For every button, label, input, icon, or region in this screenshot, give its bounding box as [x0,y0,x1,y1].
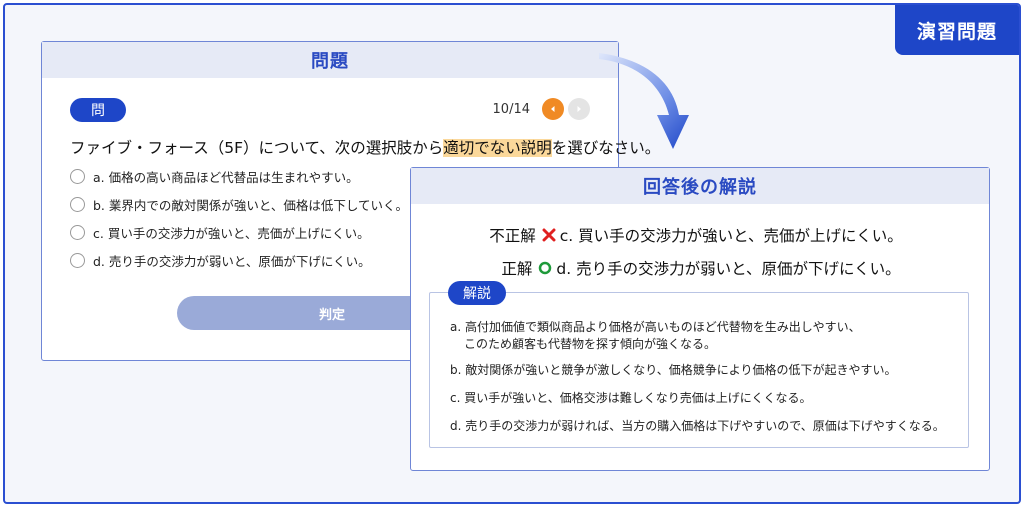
correct-label: 正解 [501,259,533,278]
exercise-frame: 演習問題 問題 問 10/14 ファイブ・フォース（5F）について、次の選択肢か… [3,3,1021,504]
prev-button[interactable] [542,98,564,120]
explanation-card-title: 回答後の解説 [411,168,989,204]
option-a[interactable]: a. 価格の高い商品ほど代替品は生まれやすい。 [70,162,408,190]
exercise-tag: 演習問題 [895,5,1019,55]
radio-b[interactable] [70,196,85,212]
chevron-left-icon [551,106,555,112]
question-text-before: ファイブ・フォース（5F）について、次の選択肢から [70,139,444,157]
incorrect-answer: c. 買い手の交渉力が強いと、売価が上げにくい。 [559,226,903,245]
question-highlight: 適切でない説明 [443,139,552,157]
question-card-title: 問題 [42,42,618,78]
explanation-list: a. 高付加価値で類似商品より価格が高いものほど代替物を生み出しやすい、 このた… [450,319,960,446]
correct-result: 正解 d. 売り手の交渉力が弱いと、原価が下げにくい。 [413,251,989,284]
explanation-box: 解説 a. 高付加価値で類似商品より価格が高いものほど代替物を生み出しやすい、 … [429,281,969,448]
radio-c[interactable] [70,224,85,240]
option-a-label: a. 価格の高い商品ほど代替品は生まれやすい。 [93,169,359,185]
radio-d[interactable] [70,252,85,268]
explanation-c: c. 買い手が強いと、価格交渉は難しくなり売価は上げにくくなる。 [450,391,812,405]
explanation-card: 回答後の解説 不正解 c. 買い手の交渉力が強いと、売価が上げにくい。 正解 d… [410,167,990,471]
option-d-label: d. 売り手の交渉力が弱いと、原価が下げにくい。 [93,253,371,269]
circle-icon [538,261,552,275]
option-d[interactable]: d. 売り手の交渉力が弱いと、原価が下げにくい。 [70,246,408,274]
option-b-label: b. 業界内での敵対関係が強いと、価格は低下していく。 [93,197,409,213]
page-counter: 10/14 [492,101,530,117]
pager: 10/14 [493,98,590,120]
incorrect-result: 不正解 c. 買い手の交渉力が強いと、売価が上げにくい。 [403,218,989,251]
curved-arrow-down-icon [599,53,689,149]
chevron-right-icon [577,106,581,112]
explanation-badge: 解説 [448,281,506,305]
option-b[interactable]: b. 業界内での敵対関係が強いと、価格は低下していく。 [70,190,408,218]
incorrect-label: 不正解 [489,226,536,245]
answer-options: a. 価格の高い商品ほど代替品は生まれやすい。 b. 業界内での敵対関係が強いと… [70,162,408,274]
correct-answer: d. 売り手の交渉力が弱いと、原価が下げにくい。 [556,259,901,278]
question-text: ファイブ・フォース（5F）について、次の選択肢から適切でない説明を選びなさい。 [70,136,660,158]
question-badge: 問 [70,98,126,122]
next-button[interactable] [568,98,590,120]
option-c[interactable]: c. 買い手の交渉力が強いと、売価が上げにくい。 [70,218,408,246]
explanation-d: d. 売り手の交渉力が弱ければ、当方の購入価格は下げやすいので、原価は下げやすく… [450,419,945,433]
option-c-label: c. 買い手の交渉力が強いと、売価が上げにくい。 [93,225,370,241]
results: 不正解 c. 買い手の交渉力が強いと、売価が上げにくい。 正解 d. 売り手の交… [411,218,989,284]
explanation-b: b. 敵対関係が強いと競争が激しくなり、価格競争により価格の低下が起きやすい。 [450,363,897,377]
explanation-a-line1: a. 高付加価値で類似商品より価格が高いものほど代替物を生み出しやすい、 [450,320,861,334]
explanation-a-line2: このため顧客も代替物を探す傾向が強くなる。 [464,337,717,351]
radio-a[interactable] [70,168,85,184]
cross-icon [542,228,556,242]
explanation-a: a. 高付加価値で類似商品より価格が高いものほど代替物を生み出しやすい、 このた… [450,319,960,353]
